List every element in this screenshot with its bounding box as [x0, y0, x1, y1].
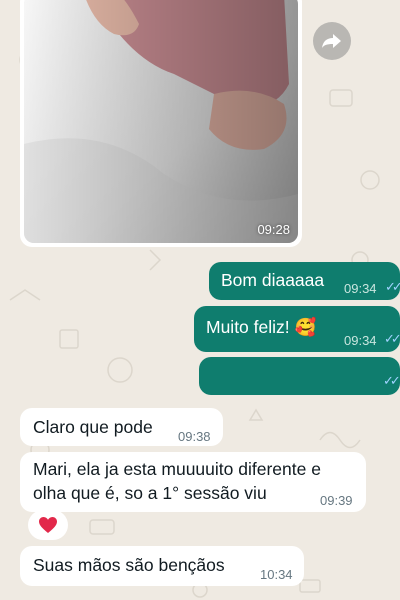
- message-text-line1: Mari, ela ja esta muuuuito diferente e: [33, 459, 321, 479]
- message-time: 09:34: [344, 333, 377, 348]
- photo-content: [24, 0, 298, 243]
- image-time: 09:28: [257, 222, 290, 237]
- message-text: Bom diaaaaa: [221, 270, 325, 290]
- message-bubble-outgoing[interactable]: Muito feliz! 🥰 09:34 ✓✓: [194, 306, 400, 352]
- message-time: 09:39: [320, 493, 353, 508]
- message-bubble-incoming[interactable]: Claro que pode 09:38: [20, 408, 223, 446]
- message-bubble-outgoing[interactable]: Bom diaaaaa 09:34 ✓✓: [209, 262, 400, 300]
- forward-icon: [322, 34, 341, 48]
- message-text: Claro que pode: [33, 417, 153, 437]
- message-time: 09:34: [344, 281, 377, 296]
- message-time: 09:38: [178, 429, 211, 444]
- baby-photo[interactable]: 09:28: [24, 0, 298, 243]
- message-text-line2: olha que é, so a 1° sessão viu: [33, 483, 267, 503]
- double-check-icon: ✓✓: [385, 279, 400, 294]
- message-bubble-outgoing[interactable]: ✓✓: [199, 357, 400, 395]
- double-check-icon: ✓✓: [384, 331, 400, 346]
- message-text: Suas mãos são bençãos: [33, 555, 225, 575]
- message-bubble-incoming[interactable]: Suas mãos são bençãos 10:34: [20, 546, 304, 586]
- heart-icon: [39, 517, 57, 533]
- image-message[interactable]: 09:28: [20, 0, 302, 247]
- message-text: Muito feliz! 🥰: [206, 317, 317, 337]
- message-time: 10:34: [260, 567, 293, 582]
- double-check-icon: ✓✓: [383, 373, 400, 388]
- forward-button[interactable]: [313, 22, 351, 60]
- message-bubble-incoming[interactable]: Mari, ela ja esta muuuuito diferente e o…: [20, 452, 366, 512]
- reaction-badge[interactable]: [28, 510, 68, 540]
